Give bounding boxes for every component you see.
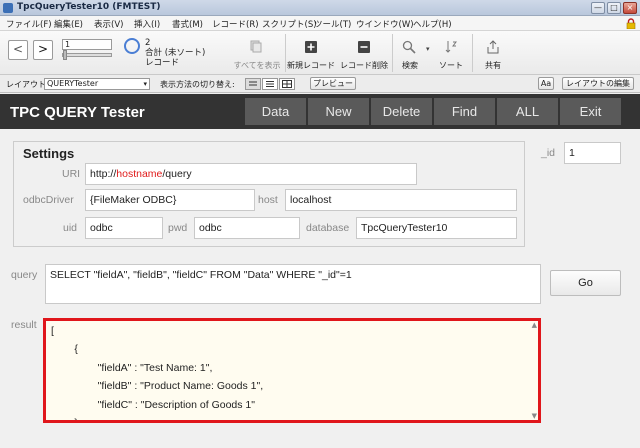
odbc-driver-label: odbcDriver (23, 194, 74, 206)
uri-label: URI (62, 168, 81, 180)
database-label: database (306, 222, 350, 234)
view-as-label: 表示方法の切り替え: (160, 80, 235, 89)
layout-label: レイアウト: (6, 80, 49, 89)
delete-record-icon (358, 41, 370, 53)
table-view-icon (282, 80, 292, 88)
query-label: query (11, 269, 38, 281)
next-record-button[interactable]: > (33, 40, 53, 60)
page-title: TPC QUERY Tester (10, 104, 145, 121)
menu-file[interactable]: ファイル(F) (6, 18, 52, 30)
record-label: レコード (145, 58, 180, 68)
menu-bar: ファイル(F) 編集(E) 表示(V) 挿入(I) 書式(M) レコード(R) … (0, 16, 640, 31)
new-button[interactable]: New (308, 98, 369, 125)
id-field[interactable]: 1 (564, 142, 621, 164)
pwd-field[interactable]: odbc (194, 217, 300, 239)
close-button[interactable]: × (623, 2, 637, 14)
menu-insert[interactable]: 挿入(I) (134, 18, 160, 30)
sort-icon (445, 41, 457, 53)
scroll-up-icon[interactable]: ▲ (532, 321, 537, 329)
list-view-icon (266, 81, 274, 87)
exit-button[interactable]: Exit (560, 98, 621, 125)
text-format-button[interactable]: Aa (538, 77, 554, 90)
share-button[interactable]: 共有 (478, 60, 508, 71)
chevron-down-icon: ▾ (143, 80, 147, 88)
menu-help[interactable]: ヘルプ(H) (413, 18, 452, 30)
record-pie-icon (124, 38, 140, 54)
all-button[interactable]: ALL (497, 98, 558, 125)
layout-select[interactable]: QUERYTester ▾ (44, 78, 150, 90)
menu-scripts[interactable]: スクリプト(S) (262, 18, 317, 30)
record-count: 2 (145, 38, 151, 48)
view-form-button[interactable] (245, 78, 261, 90)
host-label: host (258, 194, 278, 206)
menu-view[interactable]: 表示(V) (94, 18, 123, 30)
share-icon (487, 40, 499, 54)
find-button[interactable]: 検索 (396, 60, 424, 71)
new-record-button[interactable]: 新規レコード (286, 60, 336, 71)
view-list-button[interactable] (262, 78, 278, 90)
id-label: _id (541, 147, 556, 159)
uri-hostname: hostname (116, 168, 163, 180)
menu-edit[interactable]: 編集(E) (54, 18, 83, 30)
result-field[interactable]: [ { "fieldA" : "Test Name: 1", "fieldB" … (43, 318, 541, 423)
menu-window[interactable]: ウインドウ(W) (356, 18, 414, 30)
menu-format[interactable]: 書式(M) (172, 18, 203, 30)
odbc-driver-field[interactable]: {FileMaker ODBC} (85, 189, 255, 211)
previous-record-button[interactable]: < (8, 40, 28, 60)
show-all-icon (250, 40, 262, 53)
delete-record-button[interactable]: レコード削除 (336, 60, 392, 71)
view-table-button[interactable] (279, 78, 295, 90)
delete-button[interactable]: Delete (371, 98, 432, 125)
app-icon (3, 3, 13, 13)
preview-button[interactable]: プレビュー (310, 77, 356, 90)
toolbar-separator (392, 34, 393, 72)
record-number-input[interactable]: 1 (62, 39, 112, 50)
form-view-icon (249, 81, 257, 86)
pwd-label: pwd (168, 222, 188, 234)
uid-label: uid (63, 222, 78, 234)
record-slider[interactable] (62, 53, 112, 57)
result-text: [ { "fieldA" : "Test Name: 1", "fieldB" … (51, 325, 264, 420)
find-header-button[interactable]: Find (434, 98, 495, 125)
search-icon (402, 40, 416, 54)
menu-records[interactable]: レコード(R) (212, 18, 259, 30)
menu-tools[interactable]: ツール(T) (314, 18, 351, 30)
maximize-button[interactable]: □ (607, 2, 621, 14)
new-record-icon (305, 41, 317, 53)
uri-suffix: /query (162, 168, 192, 180)
scroll-down-icon[interactable]: ▼ (532, 412, 537, 420)
go-button[interactable]: Go (550, 270, 621, 296)
database-field[interactable]: TpcQueryTester10 (356, 217, 517, 239)
data-button[interactable]: Data (245, 98, 306, 125)
uri-prefix: http:// (90, 168, 117, 180)
result-label: result (11, 319, 37, 331)
find-dropdown-icon[interactable]: ▾ (426, 45, 430, 53)
show-all-button[interactable]: すべてを表示 (232, 60, 282, 71)
query-field[interactable]: SELECT "fieldA", "fieldB", "fieldC" FROM… (45, 264, 541, 304)
uri-field[interactable]: http://hostname/query (85, 163, 417, 185)
uid-field[interactable]: odbc (85, 217, 163, 239)
settings-title: Settings (23, 146, 75, 161)
record-status: 合計 (未ソート) (145, 48, 206, 58)
sort-button[interactable]: ソート (436, 60, 466, 71)
toolbar-separator (472, 34, 473, 72)
host-field[interactable]: localhost (285, 189, 517, 211)
minimize-button[interactable]: — (591, 2, 605, 14)
edit-layout-button[interactable]: レイアウトの編集 (562, 77, 634, 90)
window-title: TpcQueryTester10 (FMTEST) (17, 2, 161, 12)
layout-select-value: QUERYTester (47, 79, 99, 88)
lock-icon (626, 18, 636, 29)
record-slider-thumb[interactable] (63, 50, 67, 60)
